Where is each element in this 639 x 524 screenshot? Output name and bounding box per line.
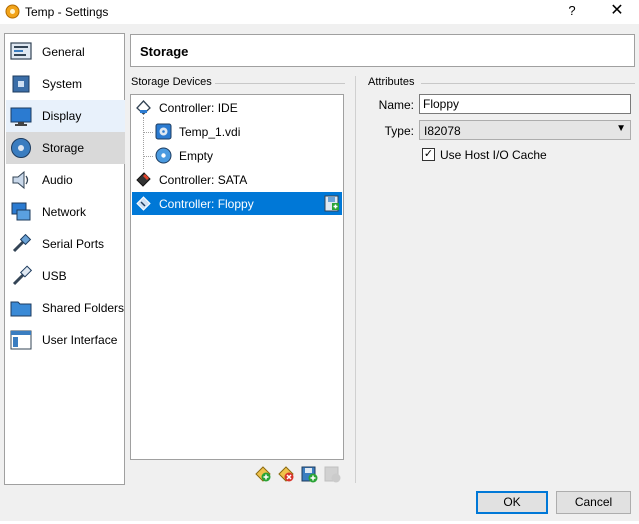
nav-item-display[interactable]: Display [6,100,125,132]
name-input[interactable] [419,94,631,114]
sata-controller-icon [135,171,152,188]
tree-item-controller-ide[interactable]: Controller: IDE [132,96,342,119]
system-chip-icon [10,73,32,95]
nav-item-audio[interactable]: Audio [6,164,125,196]
close-button[interactable]: ✕ [604,2,630,22]
nav-label: General [42,45,85,59]
tree-item-label: Controller: IDE [159,101,238,115]
chevron-down-icon: ▼ [616,123,626,134]
tree-item-controller-sata[interactable]: Controller: SATA [132,168,342,191]
tree-item-label: Controller: SATA [159,173,248,187]
type-select-value: I82078 [424,124,461,138]
add-controller-icon[interactable] [254,465,272,483]
nav-label: USB [42,269,67,283]
nav-item-storage[interactable]: Storage [6,132,125,164]
virtualbox-gear-icon [5,4,20,19]
tree-item-label: Temp_1.vdi [179,125,241,139]
page-header: Storage [130,34,635,67]
tree-item-empty-optical[interactable]: Empty [132,144,342,167]
nav-label: System [42,77,83,91]
nav-label: Network [42,205,87,219]
nav-label: Serial Ports [42,237,105,251]
tree-item-label: Controller: Floppy [159,197,254,211]
display-monitor-icon [10,105,32,127]
name-label: Name: [378,98,414,112]
speaker-icon [10,169,32,191]
floppy-controller-icon [135,195,152,212]
ide-controller-icon [135,99,152,116]
serial-port-icon [10,233,32,255]
nav-item-system[interactable]: System [6,68,125,100]
nav-label: User Interface [42,333,118,347]
add-floppy-icon[interactable] [323,195,340,212]
optical-disc-icon [155,147,172,164]
host-io-cache-checkbox[interactable]: ✓ [422,148,435,161]
nav-label: Display [42,109,82,123]
storage-devices-title: Storage Devices [131,76,212,88]
title-bar: Temp - Settings ? ✕ [0,0,639,24]
nav-item-shared-folders[interactable]: Shared Folders [6,292,125,324]
attributes-title: Attributes [368,76,415,88]
tree-item-controller-floppy[interactable]: Controller: Floppy [132,192,342,215]
group-divider [215,83,345,84]
ok-button[interactable]: OK [476,491,548,514]
nav-label: Audio [42,173,73,187]
panel-splitter[interactable] [355,76,356,483]
nav-item-serial-ports[interactable]: Serial Ports [6,228,125,260]
host-io-cache-label[interactable]: Use Host I/O Cache [440,148,547,162]
type-select[interactable]: I82078 ▼ [419,120,631,140]
help-button[interactable]: ? [562,2,582,22]
nav-label: Storage [42,141,85,155]
storage-tree[interactable]: Controller: IDE Temp_1.vdi Empty Control… [130,94,344,460]
window-title: Temp - Settings [25,5,109,19]
folder-icon [10,297,32,319]
nav-item-usb[interactable]: USB [6,260,125,292]
group-divider [421,83,635,84]
tree-item-temp-vdi[interactable]: Temp_1.vdi [132,120,342,143]
general-icon [10,41,32,63]
nav-item-network[interactable]: Network [6,196,125,228]
tree-item-label: Empty [179,149,214,163]
remove-controller-icon[interactable] [277,465,295,483]
type-label: Type: [384,124,414,138]
add-attachment-icon[interactable] [300,465,318,483]
user-interface-icon [10,329,32,351]
nav-label: Shared Folders [42,301,125,315]
hard-disk-icon [155,123,172,140]
usb-icon [10,265,32,287]
nav-item-user-interface[interactable]: User Interface [6,324,125,356]
network-icon [10,201,32,223]
storage-disk-icon [10,137,32,159]
page-title: Storage [140,44,189,59]
nav-item-general[interactable]: General [6,36,125,68]
cancel-button[interactable]: Cancel [556,491,631,514]
settings-nav: General System Display Storage Audio Net… [4,33,125,485]
remove-attachment-icon[interactable] [323,465,341,483]
